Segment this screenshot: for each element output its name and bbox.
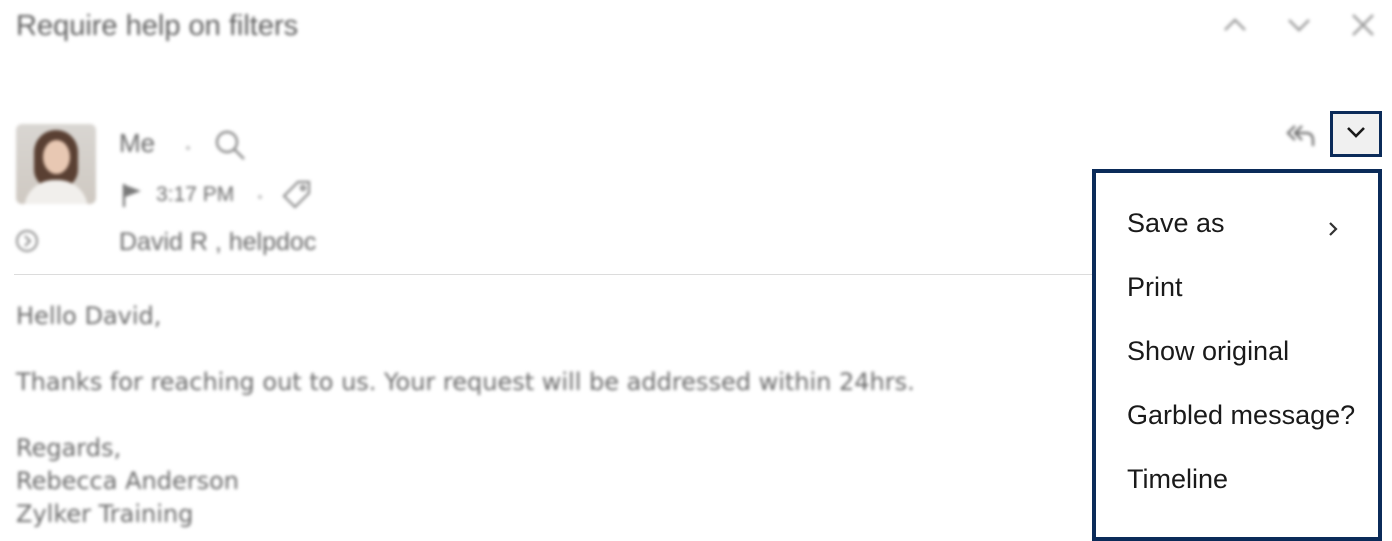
divider (14, 274, 1094, 275)
email-subject: Require help on filters (16, 10, 299, 42)
separator-dot (186, 146, 190, 150)
chevron-down-icon (1345, 125, 1367, 144)
chevron-up-icon[interactable] (1220, 8, 1250, 42)
signature-company: Zylker Training (16, 500, 194, 528)
email-navigation (1220, 8, 1378, 42)
search-icon[interactable] (213, 128, 247, 167)
menu-item-timeline[interactable]: Timeline (1096, 447, 1378, 511)
menu-item-print[interactable]: Print (1096, 255, 1378, 319)
menu-item-label: Save as (1127, 207, 1225, 238)
body-closing: Regards, (16, 434, 122, 462)
flag-icon[interactable] (121, 182, 143, 213)
menu-item-label: Show original (1127, 335, 1290, 366)
separator-dot (258, 195, 262, 199)
chevron-right-icon (1328, 214, 1338, 245)
menu-item-label: Timeline (1127, 463, 1229, 494)
menu-item-show-original[interactable]: Show original (1096, 319, 1378, 383)
body-line: Thanks for reaching out to us. Your requ… (16, 368, 915, 396)
chevron-down-icon[interactable] (1284, 8, 1314, 42)
sender-name[interactable]: Me (119, 128, 155, 159)
message-time: 3:17 PM (156, 183, 235, 206)
body-greeting: Hello David, (16, 302, 162, 330)
expand-details-icon[interactable] (14, 228, 40, 259)
more-actions-button[interactable] (1330, 111, 1382, 157)
menu-item-save-as[interactable]: Save as (1096, 191, 1378, 255)
menu-item-label: Print (1127, 271, 1183, 302)
signature-name: Rebecca Anderson (16, 467, 239, 495)
avatar (16, 124, 96, 204)
more-actions-menu: Save as Print Show original Garbled mess… (1092, 169, 1382, 541)
recipients[interactable]: David R , helpdoc (119, 228, 316, 257)
reply-all-icon[interactable] (1284, 118, 1318, 152)
tag-icon[interactable] (281, 179, 313, 216)
email-body: Hello David, Thanks for reaching out to … (16, 300, 915, 531)
close-icon[interactable] (1348, 8, 1378, 42)
menu-item-label: Garbled message? (1127, 399, 1356, 430)
menu-item-garbled-message[interactable]: Garbled message? (1096, 383, 1378, 447)
